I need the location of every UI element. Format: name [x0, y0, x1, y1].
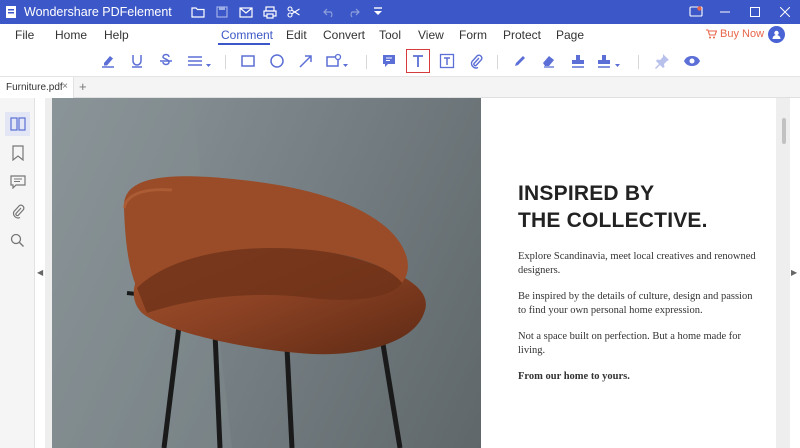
window-controls: [682, 0, 800, 24]
document-tab-bar: Furniture.pdf × +: [0, 76, 800, 98]
mail-icon[interactable]: [234, 0, 258, 24]
paragraph: Not a space built on perfection. But a h…: [518, 331, 742, 356]
signature-stamp-icon[interactable]: [596, 50, 624, 72]
menu-tool[interactable]: Tool: [379, 28, 401, 42]
comments-icon[interactable]: [5, 170, 30, 194]
scissors-icon[interactable]: [282, 0, 306, 24]
comment-toolbar: [0, 46, 800, 76]
toolbar-separator: [497, 55, 498, 69]
quick-access-toolbar: [186, 0, 390, 24]
active-menu-indicator: [218, 43, 270, 45]
buy-now-button[interactable]: Buy Now: [706, 28, 764, 40]
document-viewport: INSPIRED BY THE COLLECTIVE. Explore Scan…: [45, 98, 790, 448]
menu-form[interactable]: Form: [459, 28, 487, 42]
folder-icon[interactable]: [186, 0, 210, 24]
paragraph: Explore Scandinavia, meet local creative…: [518, 251, 756, 276]
article-text: INSPIRED BY THE COLLECTIVE. Explore Scan…: [518, 180, 758, 384]
cart-icon: [706, 29, 717, 39]
menu-convert[interactable]: Convert: [323, 28, 365, 42]
buy-now-label: Buy Now: [720, 28, 765, 40]
menu-help[interactable]: Help: [104, 28, 129, 42]
headline-line-2: THE COLLECTIVE.: [518, 209, 708, 232]
document-tab-name: Furniture.pdf: [6, 82, 63, 93]
attachment-icon[interactable]: [465, 50, 487, 72]
minimize-icon[interactable]: [710, 0, 740, 24]
save-icon[interactable]: [210, 0, 234, 24]
text-field-icon[interactable]: [436, 50, 458, 72]
dropdown-icon[interactable]: [366, 0, 390, 24]
menu-bar: File Home Help Comment Edit Convert Tool…: [0, 24, 800, 46]
stamp-icon[interactable]: [567, 50, 589, 72]
text-box-icon[interactable]: [406, 49, 430, 73]
headline-line-1: INSPIRED BY: [518, 182, 655, 205]
expand-right-panel-icon[interactable]: ▶: [791, 268, 797, 277]
toolbar-separator: [225, 55, 226, 69]
eye-icon[interactable]: [681, 50, 703, 72]
chair-photo: [52, 98, 481, 448]
rectangle-icon[interactable]: [237, 50, 259, 72]
pin-icon[interactable]: [651, 50, 673, 72]
search-icon[interactable]: [5, 228, 30, 252]
paragraph-closing: From our home to yours.: [518, 371, 630, 382]
menu-file[interactable]: File: [15, 28, 34, 42]
eraser-icon[interactable]: [538, 50, 560, 72]
menu-comment[interactable]: Comment: [221, 28, 273, 42]
text-lines-icon[interactable]: [186, 50, 214, 72]
add-tab-icon[interactable]: +: [79, 79, 87, 94]
highlight-icon[interactable]: [97, 50, 119, 72]
attachments-icon[interactable]: [5, 199, 30, 223]
menu-protect[interactable]: Protect: [503, 28, 541, 42]
thumbnails-icon[interactable]: [5, 112, 30, 136]
menu-edit[interactable]: Edit: [286, 28, 307, 42]
app-logo-icon: [0, 0, 22, 24]
paragraph: Be inspired by the details of culture, d…: [518, 291, 753, 316]
title-bar: Wondershare PDFelement: [0, 0, 800, 24]
menu-view[interactable]: View: [418, 28, 444, 42]
pencil-icon[interactable]: [509, 50, 531, 72]
toolbar-separator: [366, 55, 367, 69]
print-icon[interactable]: [258, 0, 282, 24]
pdf-page: INSPIRED BY THE COLLECTIVE. Explore Scan…: [52, 98, 776, 448]
close-tab-icon[interactable]: ×: [62, 81, 68, 92]
arrow-icon[interactable]: [295, 50, 317, 72]
account-icon[interactable]: [682, 0, 710, 24]
user-icon: [772, 30, 781, 39]
left-sidebar: [0, 98, 35, 448]
redo-icon[interactable]: [342, 0, 366, 24]
app-title: Wondershare PDFelement: [24, 5, 172, 19]
user-avatar[interactable]: [768, 26, 785, 43]
menu-page[interactable]: Page: [556, 28, 584, 42]
oval-icon[interactable]: [266, 50, 288, 72]
close-icon[interactable]: [770, 0, 800, 24]
vertical-scrollbar[interactable]: [782, 118, 786, 144]
collapse-sidebar-icon[interactable]: ◀: [37, 268, 43, 277]
underline-icon[interactable]: [126, 50, 148, 72]
strikethrough-icon[interactable]: [155, 50, 177, 72]
menu-home[interactable]: Home: [55, 28, 87, 42]
sticky-note-icon[interactable]: [378, 50, 400, 72]
bookmark-icon[interactable]: [5, 141, 30, 165]
document-tab[interactable]: Furniture.pdf ×: [0, 77, 74, 98]
shape-dropdown-icon[interactable]: [324, 50, 352, 72]
undo-icon[interactable]: [318, 0, 342, 24]
app-window: Wondershare PDFelement File Home Help Co…: [0, 0, 800, 448]
toolbar-separator: [638, 55, 639, 69]
maximize-icon[interactable]: [740, 0, 770, 24]
